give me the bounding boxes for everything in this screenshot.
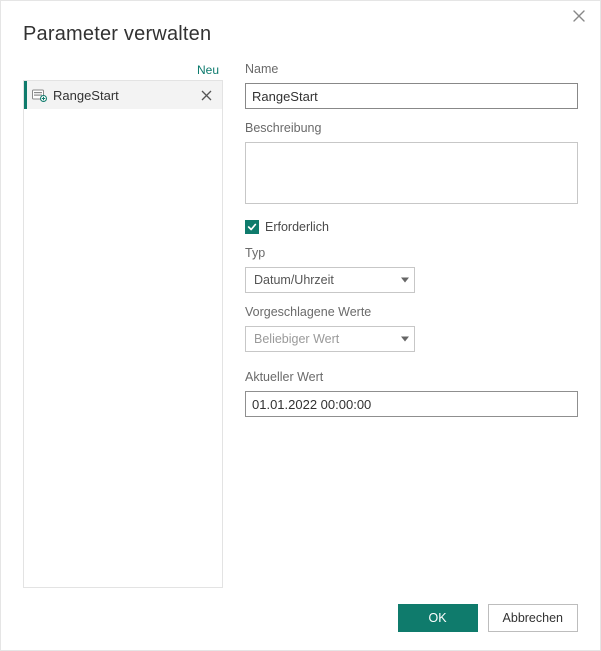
cancel-button[interactable]: Abbrechen [488, 604, 578, 632]
current-value-input[interactable] [245, 391, 578, 417]
ok-button[interactable]: OK [398, 604, 478, 632]
manage-parameters-dialog: Parameter verwalten Neu [0, 0, 601, 651]
dialog-title: Parameter verwalten [23, 23, 578, 46]
name-label: Name [245, 62, 578, 76]
chevron-down-icon [401, 337, 409, 342]
parameter-list: RangeStart [23, 80, 223, 588]
current-value-label: Aktueller Wert [245, 370, 578, 384]
suggested-values-select-value: Beliebiger Wert [254, 332, 339, 346]
suggested-values-label: Vorgeschlagene Werte [245, 305, 578, 319]
dialog-footer: OK Abbrechen [23, 588, 578, 632]
parameter-item[interactable]: RangeStart [24, 81, 222, 109]
name-input[interactable] [245, 83, 578, 109]
parameter-icon [31, 87, 47, 103]
type-select-value: Datum/Uhrzeit [254, 273, 334, 287]
remove-parameter-icon[interactable] [197, 90, 216, 101]
required-label: Erforderlich [265, 220, 329, 234]
close-icon[interactable] [572, 9, 586, 23]
parameter-form: Name Beschreibung Erforderlich Typ Datum… [245, 62, 578, 588]
new-parameter-link[interactable]: Neu [197, 63, 219, 77]
description-label: Beschreibung [245, 121, 578, 135]
type-label: Typ [245, 246, 578, 260]
parameter-list-panel: Neu RangeStart [23, 62, 223, 588]
parameter-item-label: RangeStart [53, 88, 191, 103]
chevron-down-icon [401, 278, 409, 283]
required-checkbox[interactable] [245, 220, 259, 234]
description-input[interactable] [245, 142, 578, 204]
type-select[interactable]: Datum/Uhrzeit [245, 267, 415, 293]
suggested-values-select[interactable]: Beliebiger Wert [245, 326, 415, 352]
